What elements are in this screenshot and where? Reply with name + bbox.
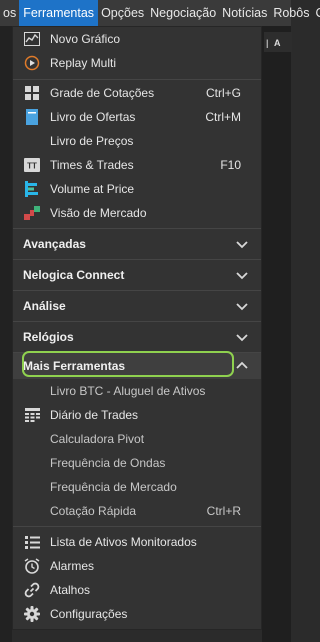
menu-noticias[interactable]: Notícias [219,0,270,26]
chart-icon [23,30,41,48]
menu-partial-right[interactable]: C [312,0,320,26]
chevron-down-icon [236,241,248,249]
menu-item-calculadora-pivot[interactable]: Calculadora Pivot [13,427,261,451]
highlight-box [22,351,234,377]
background-left [0,26,12,642]
alarm-icon [23,557,41,575]
menu-item-livro-precos[interactable]: Livro de Preços [13,129,261,153]
menu-item-cotacao-rapida[interactable]: Cotação Rápida Ctrl+R [13,499,261,523]
menu-item-configuracoes[interactable]: Configurações [13,602,261,626]
menu-negociacao[interactable]: Negociação [147,0,219,26]
menu-item-lista-ativos[interactable]: Lista de Ativos Monitorados [13,530,261,554]
times-trades-icon: TT [23,156,41,174]
menu-opcoes[interactable]: Opções [98,0,147,26]
menu-item-livro-btc[interactable]: Livro BTC - Aluguel de Ativos [13,379,261,403]
background-right: | A [262,26,292,642]
menu-item-alarmes[interactable]: Alarmes [13,554,261,578]
menu-item-novo-grafico[interactable]: Novo Gráfico [13,27,261,51]
link-icon [23,581,41,599]
menu-item-diario-trades[interactable]: Diário de Trades [13,403,261,427]
section-nelogica-connect[interactable]: Nelogica Connect [13,260,261,290]
list-icon [23,533,41,551]
gear-icon [23,605,41,623]
menu-bar: os Ferramentas Opções Negociação Notícia… [0,0,320,26]
chevron-down-icon [236,303,248,311]
chevron-down-icon [236,334,248,342]
menu-partial-left[interactable]: os [0,0,19,26]
menu-item-replay-multi[interactable]: Replay Multi [13,51,261,75]
toolbar-letter: A [274,38,281,48]
menu-item-frequencia-mercado[interactable]: Frequência de Mercado [13,475,261,499]
chevron-down-icon [236,272,248,280]
ferramentas-dropdown: Novo Gráfico Replay Multi Grade de Cotaç… [12,26,262,630]
menu-item-atalhos[interactable]: Atalhos [13,578,261,602]
menu-item-grade-cotacoes[interactable]: Grade de Cotações Ctrl+G [13,81,261,105]
separator [13,526,261,527]
menu-item-times-trades[interactable]: TT Times & Trades F10 [13,153,261,177]
section-relogios[interactable]: Relógios [13,322,261,352]
menu-item-frequencia-ondas[interactable]: Frequência de Ondas [13,451,261,475]
calendar-icon [23,406,41,424]
separator [13,79,261,80]
menu-robos[interactable]: Robôs [270,0,312,26]
menu-item-volume-at-price[interactable]: Volume at Price [13,177,261,201]
menu-ferramentas[interactable]: Ferramentas [19,0,99,26]
replay-icon [23,54,41,72]
chevron-up-icon [236,361,248,369]
market-view-icon [23,204,41,222]
menu-item-livro-ofertas[interactable]: Livro de Ofertas Ctrl+M [13,105,261,129]
svg-text:TT: TT [27,162,37,171]
toolbar-fragment[interactable]: | A [264,32,292,52]
menu-item-visao-mercado[interactable]: Visão de Mercado [13,201,261,225]
volume-icon [23,180,41,198]
section-avancadas[interactable]: Avançadas [13,229,261,259]
book-icon [23,108,41,126]
grid-icon [23,84,41,102]
section-analise[interactable]: Análise [13,291,261,321]
